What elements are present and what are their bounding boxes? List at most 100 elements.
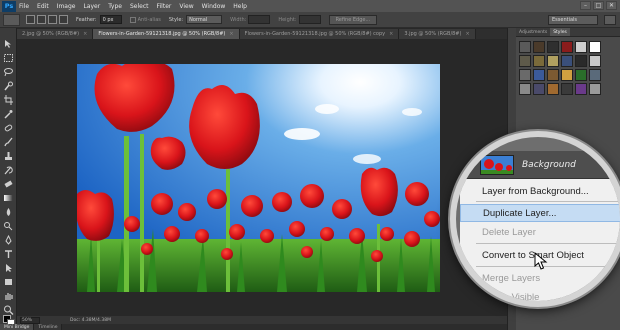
hand-tool-icon[interactable] [3,286,14,300]
menu-file[interactable]: File [19,3,29,10]
eyedropper-tool-icon[interactable] [3,104,14,119]
style-swatch[interactable] [547,83,559,95]
style-swatch[interactable] [589,41,601,53]
menu-item-duplicate-layer[interactable]: Duplicate Layer... [460,204,620,222]
style-select[interactable]: Normal [186,15,223,24]
tab-adjustments[interactable]: Adjustments [516,28,550,36]
photoshop-logo: Ps [2,0,16,12]
history-brush-tool-icon[interactable] [3,160,14,175]
style-swatch[interactable] [561,41,573,53]
add-selection-icon[interactable] [37,15,46,24]
style-swatch[interactable] [575,69,587,81]
menu-select[interactable]: Select [130,3,149,10]
shape-tool-icon[interactable] [3,272,14,285]
style-swatch[interactable] [519,83,531,95]
new-selection-icon[interactable] [26,15,35,24]
marquee-tool-icon[interactable] [3,48,14,62]
doc-tab[interactable]: 3.jpg @ 50% (RGB/8#) × [399,29,476,39]
style-swatch[interactable] [561,55,573,67]
antialias-checkbox[interactable]: Anti-alias [129,16,161,23]
refine-edge-button[interactable]: Refine Edge... [328,14,378,25]
healing-brush-tool-icon[interactable] [3,118,14,132]
workspace-menu-icon[interactable] [604,14,616,25]
style-swatch[interactable] [575,83,587,95]
style-swatch[interactable] [589,83,601,95]
blur-tool-icon[interactable] [3,202,14,216]
layer-context-menu: Layer from Background... Duplicate Layer… [460,179,620,301]
style-swatch[interactable] [519,69,531,81]
crop-tool-icon[interactable] [3,90,14,105]
feather-input[interactable]: 0 px [99,15,122,24]
menu-type[interactable]: Type [108,3,122,10]
maximize-button[interactable]: □ [593,1,604,10]
tool-preset-picker[interactable] [3,13,20,26]
path-selection-tool-icon[interactable] [3,258,14,272]
doc-tab-active[interactable]: Flowers-in-Garden-59121318.jpg @ 50% (RG… [93,29,240,39]
subtract-selection-icon[interactable] [48,15,57,24]
style-swatch[interactable] [533,83,545,95]
menu-layer[interactable]: Layer [83,3,100,10]
width-input[interactable] [248,15,271,24]
intersect-selection-icon[interactable] [59,15,68,24]
eraser-tool-icon[interactable] [3,174,14,188]
menu-item-delete-layer: Delete Layer [482,226,536,238]
style-swatch[interactable] [589,69,601,81]
minimize-button[interactable]: – [580,1,591,10]
style-swatch[interactable] [519,41,531,53]
lasso-tool-icon[interactable] [3,62,14,77]
zoom-level-input[interactable]: 50% [20,316,40,324]
canvas-area[interactable] [17,39,507,316]
close-tab-icon[interactable]: × [465,31,469,37]
style-swatches-grid [516,37,620,99]
tulip-photo[interactable] [77,64,440,292]
close-tab-icon[interactable]: × [229,31,233,37]
status-bar: 50% Doc: 4.38M/4.38M [17,316,507,324]
style-swatch[interactable] [575,55,587,67]
pen-tool-icon[interactable] [3,230,14,245]
style-swatch[interactable] [533,69,545,81]
doc-tab-label: 3.jpg @ 50% (RGB/8#) [404,31,462,37]
quick-selection-tool-icon[interactable] [3,76,14,91]
options-bar: Feather: 0 px Anti-alias Style: Normal W… [0,12,620,28]
menu-help[interactable]: Help [233,3,247,10]
menu-edit[interactable]: Edit [37,3,49,10]
zoom-tool-icon[interactable] [3,300,14,315]
tab-styles[interactable]: Styles [550,28,570,36]
doc-tab[interactable]: 2.jpg @ 50% (RGB/8#) × [17,29,94,39]
style-swatch[interactable] [519,55,531,67]
height-label: Height: [278,16,297,23]
style-swatch[interactable] [533,55,545,67]
style-swatch[interactable] [575,41,587,53]
style-swatch[interactable] [547,55,559,67]
move-tool-icon[interactable] [3,34,14,48]
workspace-select[interactable]: Essentials [548,14,598,25]
style-swatch[interactable] [561,83,573,95]
menu-window[interactable]: Window [202,3,226,10]
style-swatch[interactable] [533,41,545,53]
style-swatch[interactable] [547,69,559,81]
style-swatch[interactable] [589,55,601,67]
style-swatch[interactable] [561,69,573,81]
tab-timeline[interactable]: Timeline [34,324,63,330]
menu-view[interactable]: View [179,3,193,10]
clone-stamp-tool-icon[interactable] [3,146,14,160]
bottom-panel-tabs: Mini Bridge Timeline [0,324,507,330]
close-tab-icon[interactable]: × [83,31,87,37]
menu-item-layer-from-background[interactable]: Layer from Background... [460,182,620,200]
menu-filter[interactable]: Filter [157,3,172,10]
tab-mini-bridge[interactable]: Mini Bridge [0,324,35,330]
close-window-button[interactable]: ✕ [606,1,617,10]
type-tool-icon[interactable] [3,244,14,258]
brush-tool-icon[interactable] [3,132,14,147]
style-swatch[interactable] [547,41,559,53]
gradient-tool-icon[interactable] [3,188,14,201]
document-size-info[interactable]: Doc: 4.38M/4.38M [70,318,111,323]
close-tab-icon[interactable]: × [389,31,393,37]
dodge-tool-icon[interactable] [3,216,14,231]
height-input[interactable] [298,15,321,24]
doc-tab-label: 2.jpg @ 50% (RGB/8#) [22,31,80,37]
mouse-cursor-icon [534,252,548,270]
menu-image[interactable]: Image [57,3,76,10]
doc-tab[interactable]: Flowers-in-Garden-59121318.jpg @ 50% (RG… [239,29,400,39]
layer-row-background[interactable]: Background [460,151,620,179]
